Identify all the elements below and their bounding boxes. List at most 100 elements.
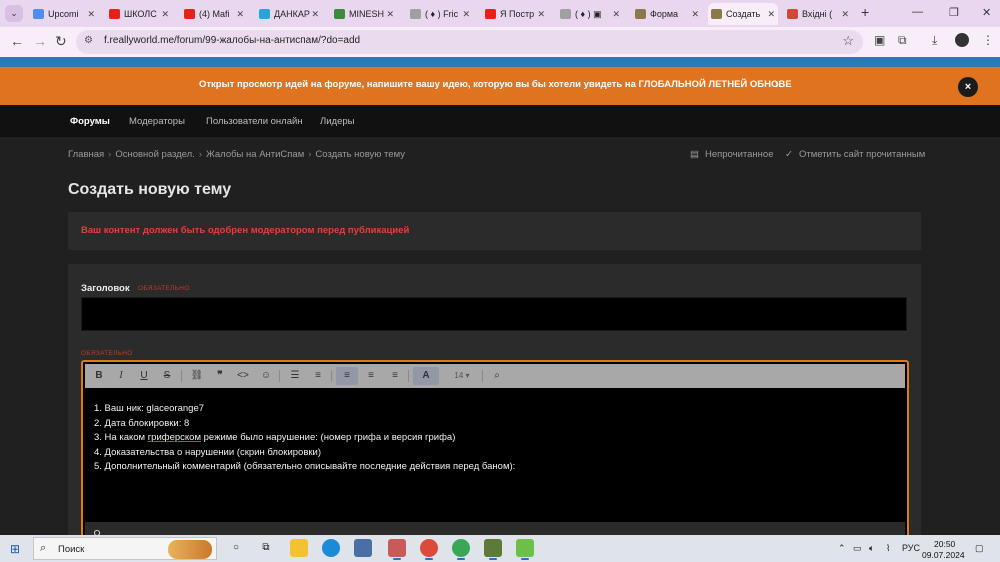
preview-icon[interactable]: ⌕ — [489, 367, 505, 385]
maximize-icon[interactable]: ❐ — [949, 6, 959, 19]
forward-icon[interactable]: → — [33, 33, 47, 49]
menu-kebab-icon[interactable]: ⋮ — [982, 33, 994, 47]
font-color-icon[interactable]: A — [413, 367, 439, 385]
site-info-icon[interactable]: ⚙ — [84, 35, 93, 46]
minimize-icon[interactable]: — — [912, 6, 923, 18]
reload-icon[interactable]: ↻ — [55, 33, 67, 50]
browser-tab[interactable]: Я Постр ✕ — [482, 3, 548, 25]
numbered-list-icon[interactable]: ≡ — [310, 367, 326, 385]
tab-close-icon[interactable]: ✕ — [537, 3, 545, 25]
network-icon[interactable]: ⌇ — [886, 543, 890, 554]
attach-icon[interactable]: ⚲ — [93, 528, 101, 535]
bulleted-list-icon[interactable]: ☰ — [287, 367, 303, 385]
address-bar[interactable]: ⚙ f.reallyworld.me/forum/99-жалобы-на-ан… — [76, 30, 863, 54]
app-icon[interactable] — [388, 539, 406, 560]
link-icon[interactable]: ⛓ — [189, 367, 205, 385]
strikethrough-icon[interactable]: S — [160, 367, 174, 385]
taskbar-search[interactable]: ⌕ Поиск — [33, 537, 217, 560]
file-explorer-icon[interactable] — [290, 539, 308, 557]
breadcrumb-home[interactable]: Главная — [68, 149, 104, 160]
align-left-icon[interactable]: ≡ — [336, 367, 358, 385]
announcement-text: Открыт просмотр идей на форуме, напишите… — [199, 79, 792, 90]
align-right-icon[interactable]: ≡ — [387, 367, 403, 385]
extensions-icon[interactable]: ⧉ — [898, 33, 907, 48]
tab-close-icon[interactable]: ✕ — [386, 3, 394, 25]
back-icon[interactable]: ← — [10, 33, 24, 49]
tab-close-icon[interactable]: ✕ — [691, 3, 699, 25]
tab-close-icon[interactable]: ✕ — [311, 3, 319, 25]
clock-time[interactable]: 20:50 — [934, 539, 955, 549]
chrome-profile-icon[interactable] — [452, 539, 470, 560]
web-page: Открыт просмотр идей на форуме, напишите… — [0, 57, 1000, 535]
emoji-icon[interactable]: ☺ — [258, 367, 274, 385]
browser-tab[interactable]: ( ♦ ) ▣ ✕ — [557, 3, 623, 25]
browser-tab[interactable]: Upcomi ✕ — [30, 3, 98, 25]
tab-close-icon[interactable]: ✕ — [87, 3, 95, 25]
banner-close-button[interactable]: × — [958, 77, 978, 97]
underline-icon[interactable]: U — [137, 367, 151, 385]
editor-content[interactable]: 1. Ваш ник: glaceorange7 2. Дата блокиро… — [94, 402, 515, 475]
minecraft-launcher-icon[interactable] — [516, 539, 534, 560]
tab-favicon-icon — [410, 9, 421, 19]
language-indicator[interactable]: РУС — [902, 543, 920, 553]
mark-site-read-link[interactable]: ✓ Отметить сайт прочитанным — [785, 149, 925, 160]
download-icon[interactable]: ⤓ — [932, 33, 937, 48]
editor-line: 2. Дата блокировки: 8 — [94, 417, 190, 429]
browser-tab[interactable]: ( ♦ ) Fric ✕ — [407, 3, 473, 25]
tab-close-icon[interactable]: ✕ — [841, 3, 849, 25]
unread-link[interactable]: ▤ Непрочитанное — [690, 149, 773, 160]
chevron-right-icon[interactable]: › — [775, 77, 779, 91]
profile-avatar[interactable] — [955, 33, 969, 47]
browser-tab-strip: ⌄ Upcomi ✕ ШКОЛС ✕ (4) Mafi ✕ ДАНКАР ✕ MINESH ✕ ( … — [0, 0, 1000, 27]
volume-icon[interactable]: 🔈︎ — [869, 543, 874, 554]
quote-icon[interactable]: ❞ — [212, 367, 228, 385]
breadcrumb-main-section[interactable]: Основной раздел. — [115, 149, 195, 160]
tab-close-icon[interactable]: ✕ — [161, 3, 169, 25]
italic-icon[interactable]: I — [114, 367, 128, 385]
nav-leaders[interactable]: Лидеры — [320, 116, 354, 127]
minecraft-icon[interactable] — [484, 539, 502, 560]
nav-online-users[interactable]: Пользователи онлайн — [206, 116, 303, 127]
close-window-icon[interactable]: ✕ — [982, 6, 991, 19]
task-view-icon[interactable]: ⧉ — [257, 539, 275, 557]
tab-close-icon[interactable]: ✕ — [236, 3, 244, 25]
browser-tab[interactable]: MINESH ✕ — [331, 3, 397, 25]
tab-favicon-icon — [787, 9, 798, 19]
store-icon[interactable] — [354, 539, 372, 557]
align-center-icon[interactable]: ≡ — [363, 367, 379, 385]
notifications-icon[interactable]: ▢ — [975, 543, 984, 554]
tab-favicon-icon — [334, 9, 345, 19]
tab-search-icon[interactable]: ⌄ — [5, 5, 23, 22]
announcement-banner[interactable]: Открыт просмотр идей на форуме, напишите… — [0, 67, 1000, 105]
clock-date[interactable]: 09.07.2024 — [922, 550, 965, 560]
tab-favicon-icon — [711, 9, 722, 19]
chrome-icon[interactable] — [420, 539, 438, 560]
new-tab-icon[interactable]: + — [861, 4, 869, 20]
browser-tab[interactable]: Вхідні (✕ — [784, 3, 852, 25]
tray-chevron-icon[interactable]: ⌃ — [838, 543, 846, 554]
browser-tab[interactable]: ДАНКАР ✕ — [256, 3, 322, 25]
tab-close-icon[interactable]: ✕ — [462, 3, 470, 25]
toolbar-separator — [331, 370, 332, 382]
browser-tab[interactable]: ШКОЛС ✕ — [106, 3, 172, 25]
nav-forums[interactable]: Форумы — [70, 116, 110, 127]
toolbar-separator — [279, 370, 280, 382]
bookmark-star-icon[interactable]: ☆ — [842, 33, 854, 49]
breadcrumb-antispam-complaints[interactable]: Жалобы на АнтиСпам — [206, 149, 304, 160]
cortana-icon[interactable]: ○ — [227, 539, 245, 557]
tab-favicon-icon — [109, 9, 120, 19]
tab-close-icon[interactable]: ✕ — [612, 3, 620, 25]
start-menu-icon[interactable]: ⊞ — [10, 542, 20, 556]
font-size-select[interactable]: 14 ▾ — [449, 367, 475, 385]
nav-moderators[interactable]: Модераторы — [129, 116, 185, 127]
reading-mode-icon[interactable]: ▣ — [874, 33, 885, 47]
tab-close-icon[interactable]: ✕ — [767, 3, 775, 25]
edge-icon[interactable] — [322, 539, 340, 557]
battery-icon[interactable]: ▭ — [853, 543, 862, 554]
browser-tab[interactable]: (4) Mafi ✕ — [181, 3, 247, 25]
bold-icon[interactable]: B — [92, 367, 106, 385]
title-input[interactable] — [81, 297, 907, 331]
browser-tab[interactable]: Форма ✕ — [632, 3, 702, 25]
browser-tab[interactable]: Создать ✕ — [708, 3, 778, 25]
code-icon[interactable]: <> — [235, 367, 251, 385]
